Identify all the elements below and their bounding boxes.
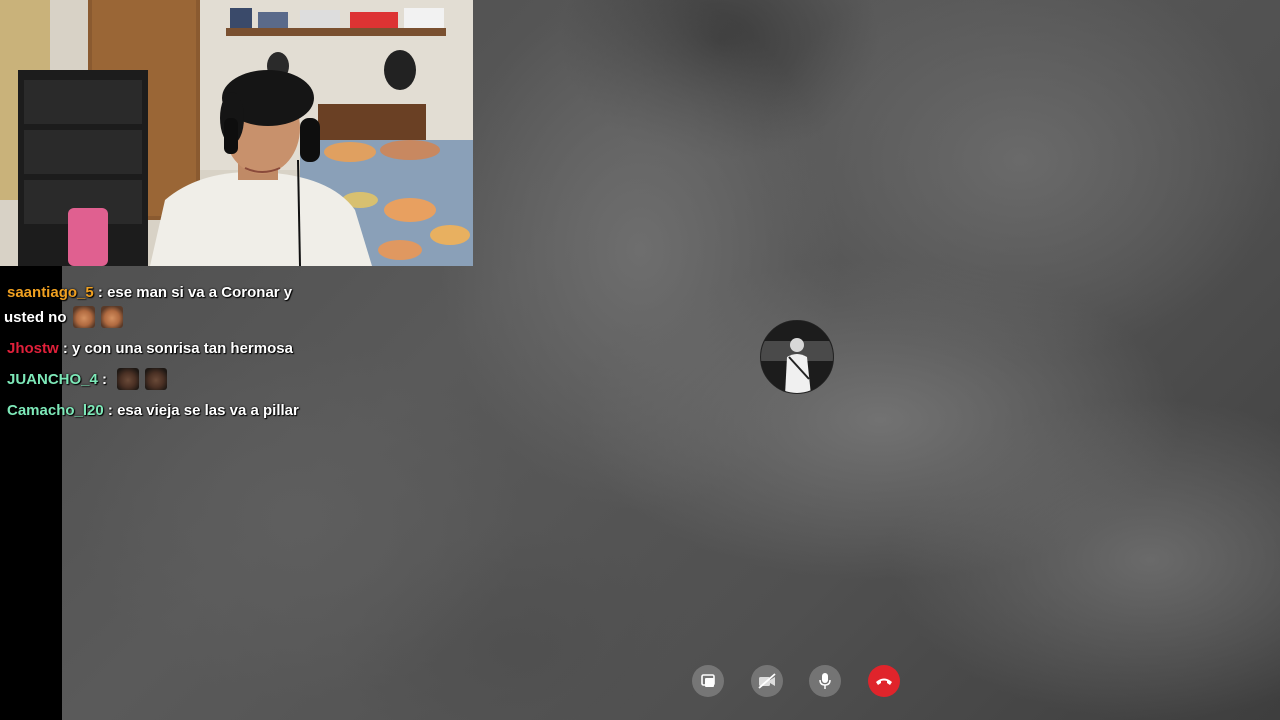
end-call-icon <box>876 678 892 685</box>
chat-text: y con una sonrisa tan hermosa <box>72 340 293 357</box>
chat-username: Camacho_l20 <box>7 402 104 419</box>
chat-message: Jhostw : y con una sonrisa tan hermosa <box>4 336 324 361</box>
caller-avatar <box>760 320 834 394</box>
emote-icon <box>117 368 140 390</box>
chat-username: JUANCHO_4 <box>7 371 98 388</box>
chat-message: saantiago_5 : ese man si va a Coronar y … <box>4 280 324 330</box>
stream-chat: saantiago_5 : ese man si va a Coronar y … <box>4 280 324 429</box>
emote-icon <box>100 306 123 328</box>
chat-username: Jhostw <box>7 340 59 357</box>
streamer-webcam <box>0 0 473 266</box>
chat-message: JUANCHO_4 : <box>4 367 324 392</box>
end-call-button[interactable] <box>868 665 900 697</box>
chat-separator: : <box>97 371 112 388</box>
cast-button[interactable] <box>692 665 724 697</box>
camera-toggle-button[interactable] <box>751 665 783 697</box>
chat-separator: : <box>58 340 73 357</box>
emote-icon <box>72 306 95 328</box>
chat-message: Camacho_l20 : esa vieja se las va a pill… <box>4 398 324 423</box>
cast-icon <box>701 674 715 687</box>
microphone-icon <box>819 673 831 689</box>
chat-separator: : <box>103 402 118 419</box>
chat-separator: : <box>93 284 108 301</box>
call-controls <box>0 665 1280 697</box>
chat-text: esa vieja se las va a pillar <box>117 402 299 419</box>
microphone-button[interactable] <box>809 665 841 697</box>
video-off-icon <box>758 673 776 689</box>
chat-username: saantiago_5 <box>7 284 94 301</box>
emote-icon <box>145 368 168 390</box>
